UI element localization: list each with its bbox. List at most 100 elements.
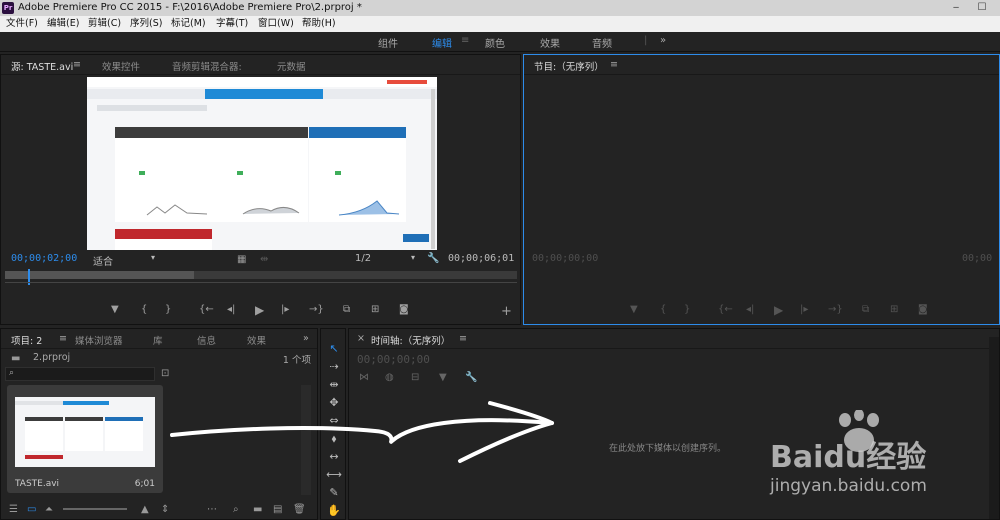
pen-tool-icon[interactable]: ✎	[321, 485, 347, 501]
new-item-icon[interactable]: ▤	[273, 504, 282, 516]
mark-out-icon[interactable]: }	[165, 303, 171, 317]
clip-thumbnail-card[interactable]: TASTE.avi 6;01	[7, 385, 163, 493]
add-button-icon[interactable]: +	[501, 305, 512, 319]
panel-menu-icon[interactable]: ≡	[59, 333, 67, 344]
sort-icon[interactable]: ⇕	[161, 504, 169, 516]
time-ruler-zoom-bar[interactable]	[5, 271, 194, 279]
step-back-icon[interactable]: ◂|	[746, 303, 754, 317]
step-forward-icon[interactable]: |▸	[800, 303, 808, 317]
add-marker-icon[interactable]: ▼	[439, 372, 447, 384]
mark-in-icon[interactable]: {	[660, 303, 666, 317]
rolling-edit-tool-icon[interactable]: ✥	[321, 395, 347, 411]
zoom-in-icon[interactable]: ▲	[141, 504, 149, 516]
panel-menu-icon[interactable]: ≡	[73, 59, 81, 70]
menu-clip[interactable]: 剪辑(C)	[88, 16, 121, 32]
timeline-timecode[interactable]: 00;00;00;00	[357, 353, 430, 366]
mark-in-icon[interactable]: {	[141, 303, 147, 317]
freeform-view-icon[interactable]: ⏶	[45, 504, 53, 516]
workspace-menu-icon[interactable]: ≡	[461, 35, 469, 46]
tab-source[interactable]: 源: TASTE.avi	[11, 59, 73, 73]
overwrite-icon[interactable]: ⊞	[371, 303, 379, 317]
drag-video-icon[interactable]: ⇹	[260, 254, 268, 266]
tab-metadata[interactable]: 元数据	[277, 59, 306, 73]
go-to-out-icon[interactable]: →}	[309, 303, 324, 317]
project-scrollbar[interactable]	[301, 385, 311, 495]
timeline-vertical-scrollbar[interactable]	[989, 337, 999, 519]
menu-marker[interactable]: 标记(M)	[171, 16, 206, 32]
camera-icon[interactable]: ◙	[399, 303, 409, 317]
step-back-icon[interactable]: ◂|	[227, 303, 235, 317]
tab-effects[interactable]: 效果	[247, 333, 266, 347]
extract-icon[interactable]: ⊞	[890, 303, 898, 317]
menu-window[interactable]: 窗口(W)	[258, 16, 294, 32]
close-icon[interactable]: ×	[357, 333, 365, 344]
menu-title[interactable]: 字幕(T)	[216, 16, 248, 32]
ripple-edit-tool-icon[interactable]: ⇹	[321, 377, 347, 393]
source-time-ruler[interactable]	[5, 269, 517, 289]
list-view-icon[interactable]: ☰	[9, 504, 18, 516]
menu-edit[interactable]: 编辑(E)	[47, 16, 79, 32]
workspace-color[interactable]: 颜色	[485, 35, 505, 50]
selection-tool-icon[interactable]: ↖	[321, 341, 347, 357]
slide-tool-icon[interactable]: ⟷	[321, 467, 347, 483]
add-marker-icon[interactable]: ▼	[630, 303, 638, 317]
tab-media-browser[interactable]: 媒体浏览器	[75, 333, 123, 347]
panel-menu-icon[interactable]: ≡	[459, 333, 467, 344]
track-select-tool-icon[interactable]: ⇢	[321, 359, 347, 375]
project-search-input[interactable]: ⌕	[5, 367, 155, 381]
tab-program[interactable]: 节目:（无序列）	[534, 59, 604, 73]
fit-dropdown[interactable]: 适合 ▾	[93, 253, 155, 268]
tab-timeline[interactable]: 时间轴:（无序列）	[371, 333, 450, 347]
settings-wrench-icon[interactable]: 🔧	[427, 253, 439, 265]
new-bin-from-search-icon[interactable]: ⊡	[161, 368, 169, 380]
hand-tool-icon[interactable]: ✋	[321, 503, 347, 519]
workspace-overflow-icon[interactable]: »	[660, 35, 666, 46]
play-icon[interactable]: ▶	[255, 303, 264, 317]
icon-view-icon[interactable]: ▭	[27, 504, 36, 516]
menu-sequence[interactable]: 序列(S)	[130, 16, 162, 32]
export-frame-icon[interactable]: ▦	[237, 254, 246, 266]
resolution-dropdown[interactable]: 1/2 ▾	[355, 253, 415, 266]
go-to-in-icon[interactable]: {←	[718, 303, 733, 317]
workspace-divider: |	[644, 35, 648, 46]
menu-file[interactable]: 文件(F)	[6, 16, 38, 32]
linked-selection-icon[interactable]: ◍	[385, 372, 394, 384]
tab-info[interactable]: 信息	[197, 333, 216, 347]
zoom-slider[interactable]	[63, 508, 127, 510]
new-bin-icon[interactable]: ▬	[253, 504, 262, 516]
workspace-audio[interactable]: 音频	[592, 35, 612, 50]
camera-icon[interactable]: ◙	[918, 303, 928, 317]
go-to-out-icon[interactable]: →}	[828, 303, 843, 317]
sync-lock-icon[interactable]: ⊟	[411, 372, 419, 384]
find-icon[interactable]: ⌕	[233, 504, 239, 516]
tab-libraries[interactable]: 库	[153, 333, 163, 347]
razor-tool-icon[interactable]: ⬧	[321, 431, 347, 447]
mark-out-icon[interactable]: }	[684, 303, 690, 317]
slip-tool-icon[interactable]: ↔	[321, 449, 347, 465]
automate-to-sequence-icon[interactable]: ⋯	[207, 504, 217, 516]
tab-project[interactable]: 项目: 2	[11, 333, 42, 347]
search-icon: ⌕	[9, 368, 15, 378]
panel-menu-icon[interactable]: ≡	[610, 59, 618, 70]
workspace-assembly[interactable]: 组件	[378, 35, 398, 50]
insert-icon[interactable]: ⧉	[343, 303, 350, 317]
maximize-icon[interactable]: ☐	[970, 0, 994, 16]
program-current-timecode[interactable]: 00;00;00;00	[532, 253, 598, 264]
go-to-in-icon[interactable]: {←	[199, 303, 214, 317]
tab-effect-controls[interactable]: 效果控件	[102, 59, 140, 73]
rate-stretch-tool-icon[interactable]: ⇔	[321, 413, 347, 429]
tab-audio-clip-mixer[interactable]: 音频剪辑混合器:	[172, 59, 242, 73]
menu-help[interactable]: 帮助(H)	[302, 16, 336, 32]
overflow-icon[interactable]: »	[303, 333, 309, 344]
add-marker-icon[interactable]: ▼	[111, 303, 119, 317]
workspace-effects[interactable]: 效果	[540, 35, 560, 50]
timeline-settings-wrench-icon[interactable]: 🔧	[465, 372, 477, 384]
lift-icon[interactable]: ⧉	[862, 303, 869, 317]
minimize-icon[interactable]: ‒	[944, 0, 968, 16]
source-current-timecode[interactable]: 00;00;02;00	[11, 253, 77, 264]
workspace-editing[interactable]: 编辑	[432, 35, 452, 50]
trash-icon[interactable]: 🗑	[293, 504, 306, 516]
play-icon[interactable]: ▶	[774, 303, 783, 317]
snap-icon[interactable]: ⋈	[359, 372, 369, 384]
step-forward-icon[interactable]: |▸	[281, 303, 289, 317]
